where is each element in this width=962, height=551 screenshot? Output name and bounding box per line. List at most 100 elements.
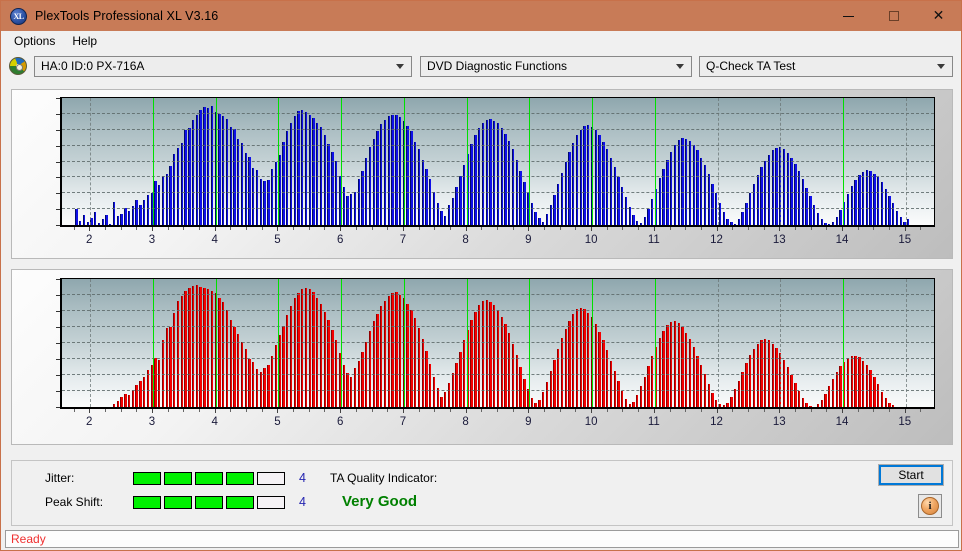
jitter-indicator-row: Jitter: 4 xyxy=(45,471,306,485)
marker-line xyxy=(466,279,468,407)
x-axis-label: 8 xyxy=(462,416,469,428)
menu-item-help[interactable]: Help xyxy=(67,32,105,51)
chart-bar xyxy=(116,216,119,225)
chart-bar xyxy=(255,170,259,225)
x-axis-label: 13 xyxy=(772,234,786,246)
x-axis-minor-tick xyxy=(104,409,106,412)
x-axis-minor-tick xyxy=(230,409,232,412)
xl-logo-icon: XL xyxy=(10,7,27,25)
chart-bar xyxy=(229,319,232,407)
chart-bar xyxy=(127,210,131,225)
chart-bar xyxy=(406,303,409,407)
chart-bar xyxy=(892,405,895,407)
test-select-value: Q-Check TA Test xyxy=(706,59,796,73)
chart-bar xyxy=(331,151,334,225)
chart-bar xyxy=(244,152,247,225)
chart-bar xyxy=(199,286,202,407)
chart-bar xyxy=(459,351,462,407)
chart-bar xyxy=(342,365,345,407)
chart-bar xyxy=(451,198,454,225)
status-text: Ready xyxy=(11,532,46,546)
chart-bar xyxy=(263,181,266,225)
peak-shift-chart-panel: 00.511.522.533.54 23456789101112131415 xyxy=(11,269,953,445)
chart-bar xyxy=(850,356,853,407)
chart-bar xyxy=(617,381,620,407)
chart-bar xyxy=(493,305,496,407)
chart-bar xyxy=(383,120,387,225)
x-axis-tick xyxy=(528,409,530,413)
close-button[interactable]: ✕ xyxy=(916,1,961,31)
gridline-horizontal xyxy=(62,128,934,130)
marker-line xyxy=(215,279,217,407)
chart-bar xyxy=(647,208,650,225)
x-axis-tick xyxy=(277,227,279,231)
x-axis-minor-tick xyxy=(355,409,357,412)
chart-bar xyxy=(846,193,850,225)
chart-bar xyxy=(131,390,135,407)
menu-item-options[interactable]: Options xyxy=(9,32,63,51)
chart-bar xyxy=(361,171,364,225)
chart-bar xyxy=(191,120,195,225)
chart-bar xyxy=(696,150,699,225)
chart-bar xyxy=(361,351,364,407)
start-button[interactable]: Start xyxy=(878,464,944,486)
x-axis-minor-tick xyxy=(544,409,546,412)
info-button[interactable]: i xyxy=(918,494,942,518)
chart-bar xyxy=(169,166,172,225)
chart-bar xyxy=(478,305,481,407)
minimize-button[interactable] xyxy=(826,1,871,31)
chart-bar xyxy=(824,393,827,407)
chart-bar xyxy=(658,338,661,407)
chart-bar xyxy=(248,359,251,407)
chart-bar xyxy=(809,196,812,225)
maximize-button[interactable] xyxy=(871,1,916,31)
gridline-horizontal xyxy=(62,278,934,279)
chart-bar xyxy=(711,392,714,407)
marker-line xyxy=(654,279,656,407)
info-icon: i xyxy=(921,497,939,515)
chart-bar xyxy=(880,182,884,225)
drive-select[interactable]: HA:0 ID:0 PX-716A xyxy=(34,55,412,77)
chart-bar xyxy=(782,359,786,407)
x-axis-minor-tick xyxy=(810,227,812,230)
x-axis-label: 3 xyxy=(148,234,156,246)
chart-bar xyxy=(786,367,789,407)
gridline-horizontal xyxy=(62,342,934,343)
x-axis-minor-tick xyxy=(434,409,436,412)
chart-bar xyxy=(267,365,270,407)
chart-bar xyxy=(267,179,270,225)
x-axis-minor-tick xyxy=(763,227,765,230)
close-icon: ✕ xyxy=(932,8,945,24)
chart-bar xyxy=(677,323,680,407)
x-axis-minor-tick xyxy=(73,409,75,412)
chart-bar xyxy=(816,212,820,225)
chart-bar xyxy=(895,210,899,225)
marker-line xyxy=(341,98,343,225)
chart-bar xyxy=(493,120,496,225)
x-axis-tick xyxy=(340,409,342,413)
x-axis-tick xyxy=(151,409,153,413)
x-axis-minor-tick xyxy=(167,227,169,230)
marker-line xyxy=(215,98,217,225)
chart-bar xyxy=(289,306,293,407)
chart-bar xyxy=(568,151,571,225)
chart-bar xyxy=(809,405,812,407)
function-select[interactable]: DVD Diagnostic Functions xyxy=(420,55,692,77)
chart-bar xyxy=(730,397,733,407)
chart-bar xyxy=(545,213,549,225)
gridline-horizontal xyxy=(62,294,934,295)
chart-bar xyxy=(127,394,131,407)
chart-bar xyxy=(274,344,278,407)
x-axis-label: 14 xyxy=(835,234,849,246)
menu-bar: Options Help xyxy=(2,31,961,52)
x-axis-label: 9 xyxy=(525,416,532,428)
chart-bar xyxy=(839,209,842,225)
test-select[interactable]: Q-Check TA Test xyxy=(699,55,953,77)
peak-plot-area xyxy=(60,278,935,409)
chart-bar xyxy=(120,397,123,407)
chart-bar xyxy=(888,403,891,407)
chart-bar xyxy=(541,222,545,225)
chart-bar xyxy=(647,366,650,407)
chart-bar xyxy=(669,322,673,407)
chart-bar xyxy=(327,319,330,407)
